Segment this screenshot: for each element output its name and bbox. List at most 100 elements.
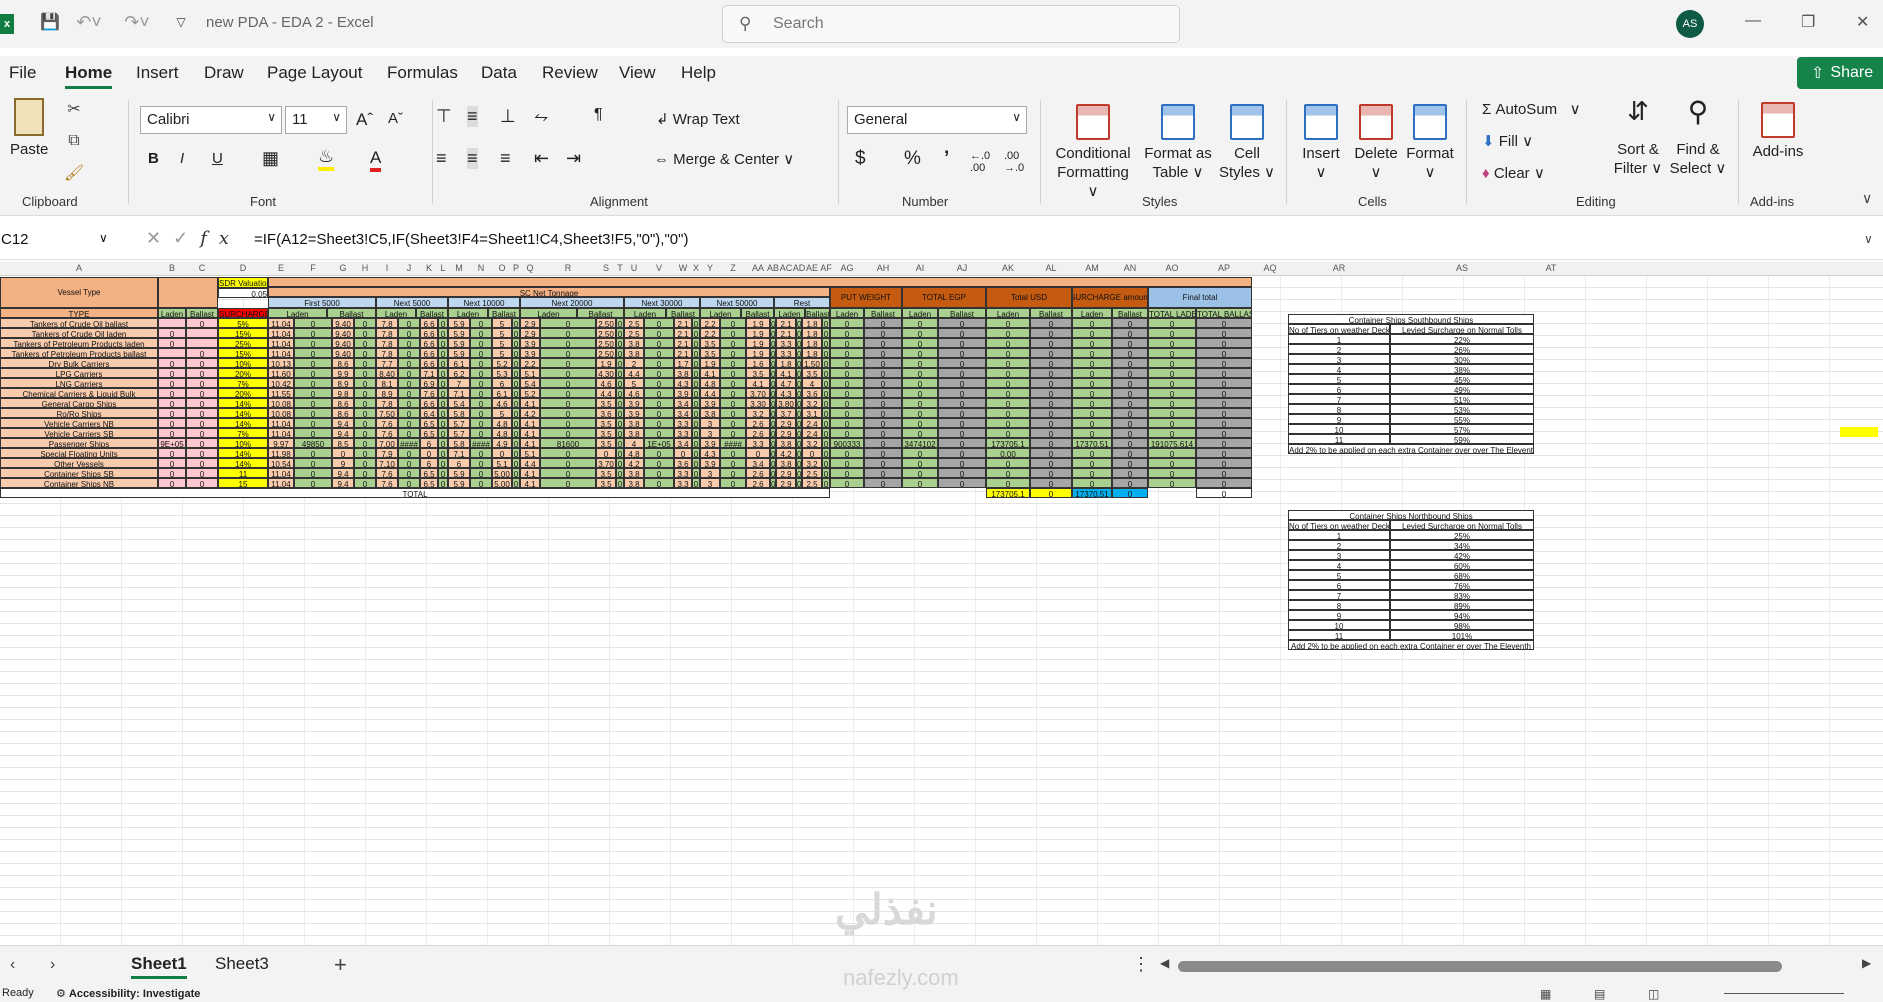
rate-cell[interactable]: 3.8 [700,408,720,418]
summary-cell[interactable]: 0 [864,388,902,398]
rate-cell[interactable]: 4.1 [520,428,540,438]
band-header[interactable]: Next 10000 [448,297,520,308]
amount-cell[interactable]: 0 [540,348,596,358]
amount-cell[interactable]: 0 [512,388,520,398]
amount-cell[interactable]: 0 [720,468,746,478]
ballast-flag[interactable]: 0 [186,318,218,328]
amount-cell[interactable]: 0 [354,468,376,478]
summary-cell[interactable]: 0 [986,358,1030,368]
avatar[interactable]: AS [1676,10,1704,38]
surcharge-value[interactable]: 14% [218,398,268,408]
laden-header[interactable]: Laden [158,308,186,318]
amount-cell[interactable]: 0 [540,478,596,488]
rate-cell[interactable]: 2.6 [746,418,770,428]
rate-cell[interactable]: 1.8 [802,318,822,328]
rate-cell[interactable]: 2.9 [776,428,796,438]
summary-cell[interactable]: 0 [830,408,864,418]
rate-cell[interactable]: 3.5 [596,438,616,448]
increase-indent-icon[interactable]: ⇥ [566,148,581,169]
summary-cell[interactable]: 0 [1112,478,1148,488]
amount-cell[interactable]: 0 [438,478,448,488]
summary-cell[interactable]: 0 [1196,458,1252,468]
amount-cell[interactable]: 0 [644,478,674,488]
column-header[interactable]: G [339,263,346,273]
rate-cell[interactable]: 5.8 [448,438,470,448]
vessel-row-name[interactable]: Vehicle Carriers NB [0,418,158,428]
amount-cell[interactable]: 0 [822,438,830,448]
summary-cell[interactable]: 0 [938,478,986,488]
summary-cell[interactable]: 0 [1072,348,1112,358]
summary-cell[interactable]: 0 [986,458,1030,468]
total-row-label[interactable]: TOTAL [0,488,830,498]
summary-cell[interactable]: 0 [986,328,1030,338]
amount-cell[interactable]: 0 [438,348,448,358]
amount-cell[interactable]: 0 [616,338,624,348]
column-header[interactable]: AQ [1263,263,1276,273]
summary-cell[interactable]: 0 [1112,448,1148,458]
summary-cell[interactable]: 0 [1030,428,1072,438]
rate-cell[interactable]: 4.1 [520,418,540,428]
surcharge-value[interactable]: 14% [218,448,268,458]
laden-flag[interactable] [158,348,186,358]
summary-cell[interactable]: 0 [1196,348,1252,358]
rate-cell[interactable]: 3.8 [776,438,796,448]
rate-cell[interactable]: 1.9 [746,338,770,348]
summary-cell[interactable]: 0 [1112,368,1148,378]
sdr-label[interactable]: SDR Valuation [218,277,268,288]
amount-cell[interactable]: 0 [294,348,332,358]
amount-cell[interactable]: 0 [438,388,448,398]
currency-button[interactable]: $ [855,148,866,170]
column-header[interactable]: S [603,263,609,273]
amount-cell[interactable]: 0 [540,458,596,468]
band-header[interactable]: Rest [774,297,830,308]
rate-cell[interactable]: 6.6 [420,328,438,338]
conditional-formatting-button[interactable]: Conditional Formatting ∨ [1050,104,1136,201]
accessibility-status[interactable]: ⚙ Accessibility: Investigate [56,987,200,1000]
summary-cell[interactable]: 0 [902,318,938,328]
rate-cell[interactable]: 4.1 [520,468,540,478]
column-header[interactable]: L [440,263,445,273]
amount-cell[interactable]: 0 [470,428,492,438]
total-usd-ballast[interactable]: 0 [1030,488,1072,498]
amount-cell[interactable]: 0 [354,328,376,338]
rate-cell[interactable]: 11.60 [268,368,294,378]
ballast-flag[interactable]: 0 [186,368,218,378]
surcharge-value[interactable]: 14% [218,458,268,468]
amount-cell[interactable]: 0 [720,418,746,428]
vessel-row-name[interactable]: Special Floating Units [0,448,158,458]
summary-cell[interactable]: 0 [1112,338,1148,348]
summary-cell[interactable]: 0 [1030,468,1072,478]
laden-flag[interactable]: 0 [158,338,186,348]
amount-cell[interactable]: 0 [644,398,674,408]
rate-cell[interactable]: 4.1 [700,368,720,378]
rate-cell[interactable]: 2.6 [746,428,770,438]
orientation-icon[interactable]: ⥊ [534,106,548,127]
ref-col-header[interactable]: Levied Surcharge on Normal Tolls [1390,520,1534,530]
summary-cell[interactable]: 0 [1148,468,1196,478]
rate-cell[interactable]: 3.9 [624,398,644,408]
rate-cell[interactable]: 2.9 [520,328,540,338]
rate-cell[interactable]: 7.6 [376,468,398,478]
ref-table-title[interactable]: Container Ships Southbound Ships [1288,314,1534,324]
rate-cell[interactable]: 2.6 [746,468,770,478]
amount-cell[interactable]: 0 [438,318,448,328]
column-header[interactable]: T [617,263,623,273]
summary-cell[interactable]: 0 [902,468,938,478]
laden-flag[interactable]: 0 [158,358,186,368]
summary-cell[interactable]: 0 [1030,328,1072,338]
rate-cell[interactable]: 4.8 [624,448,644,458]
rate-cell[interactable]: 5 [492,348,512,358]
laden-header[interactable]: Laden [986,308,1030,318]
align-right-icon[interactable]: ≡ [500,148,511,169]
rate-cell[interactable]: 2.1 [776,328,796,338]
amount-cell[interactable]: 0 [616,448,624,458]
summary-cell[interactable]: 0 [986,428,1030,438]
rate-cell[interactable]: 1.6 [746,358,770,368]
amount-cell[interactable]: 0 [470,368,492,378]
amount-cell[interactable]: 0 [438,448,448,458]
ref-tier-cell[interactable]: 10 [1288,620,1390,630]
tab-draw[interactable]: Draw [204,63,244,83]
merge-center-button[interactable]: ⇔ Merge & Center ∨ [654,150,794,168]
rate-cell[interactable]: 0 [332,448,354,458]
format-painter-icon[interactable]: 🖌 [62,162,86,184]
